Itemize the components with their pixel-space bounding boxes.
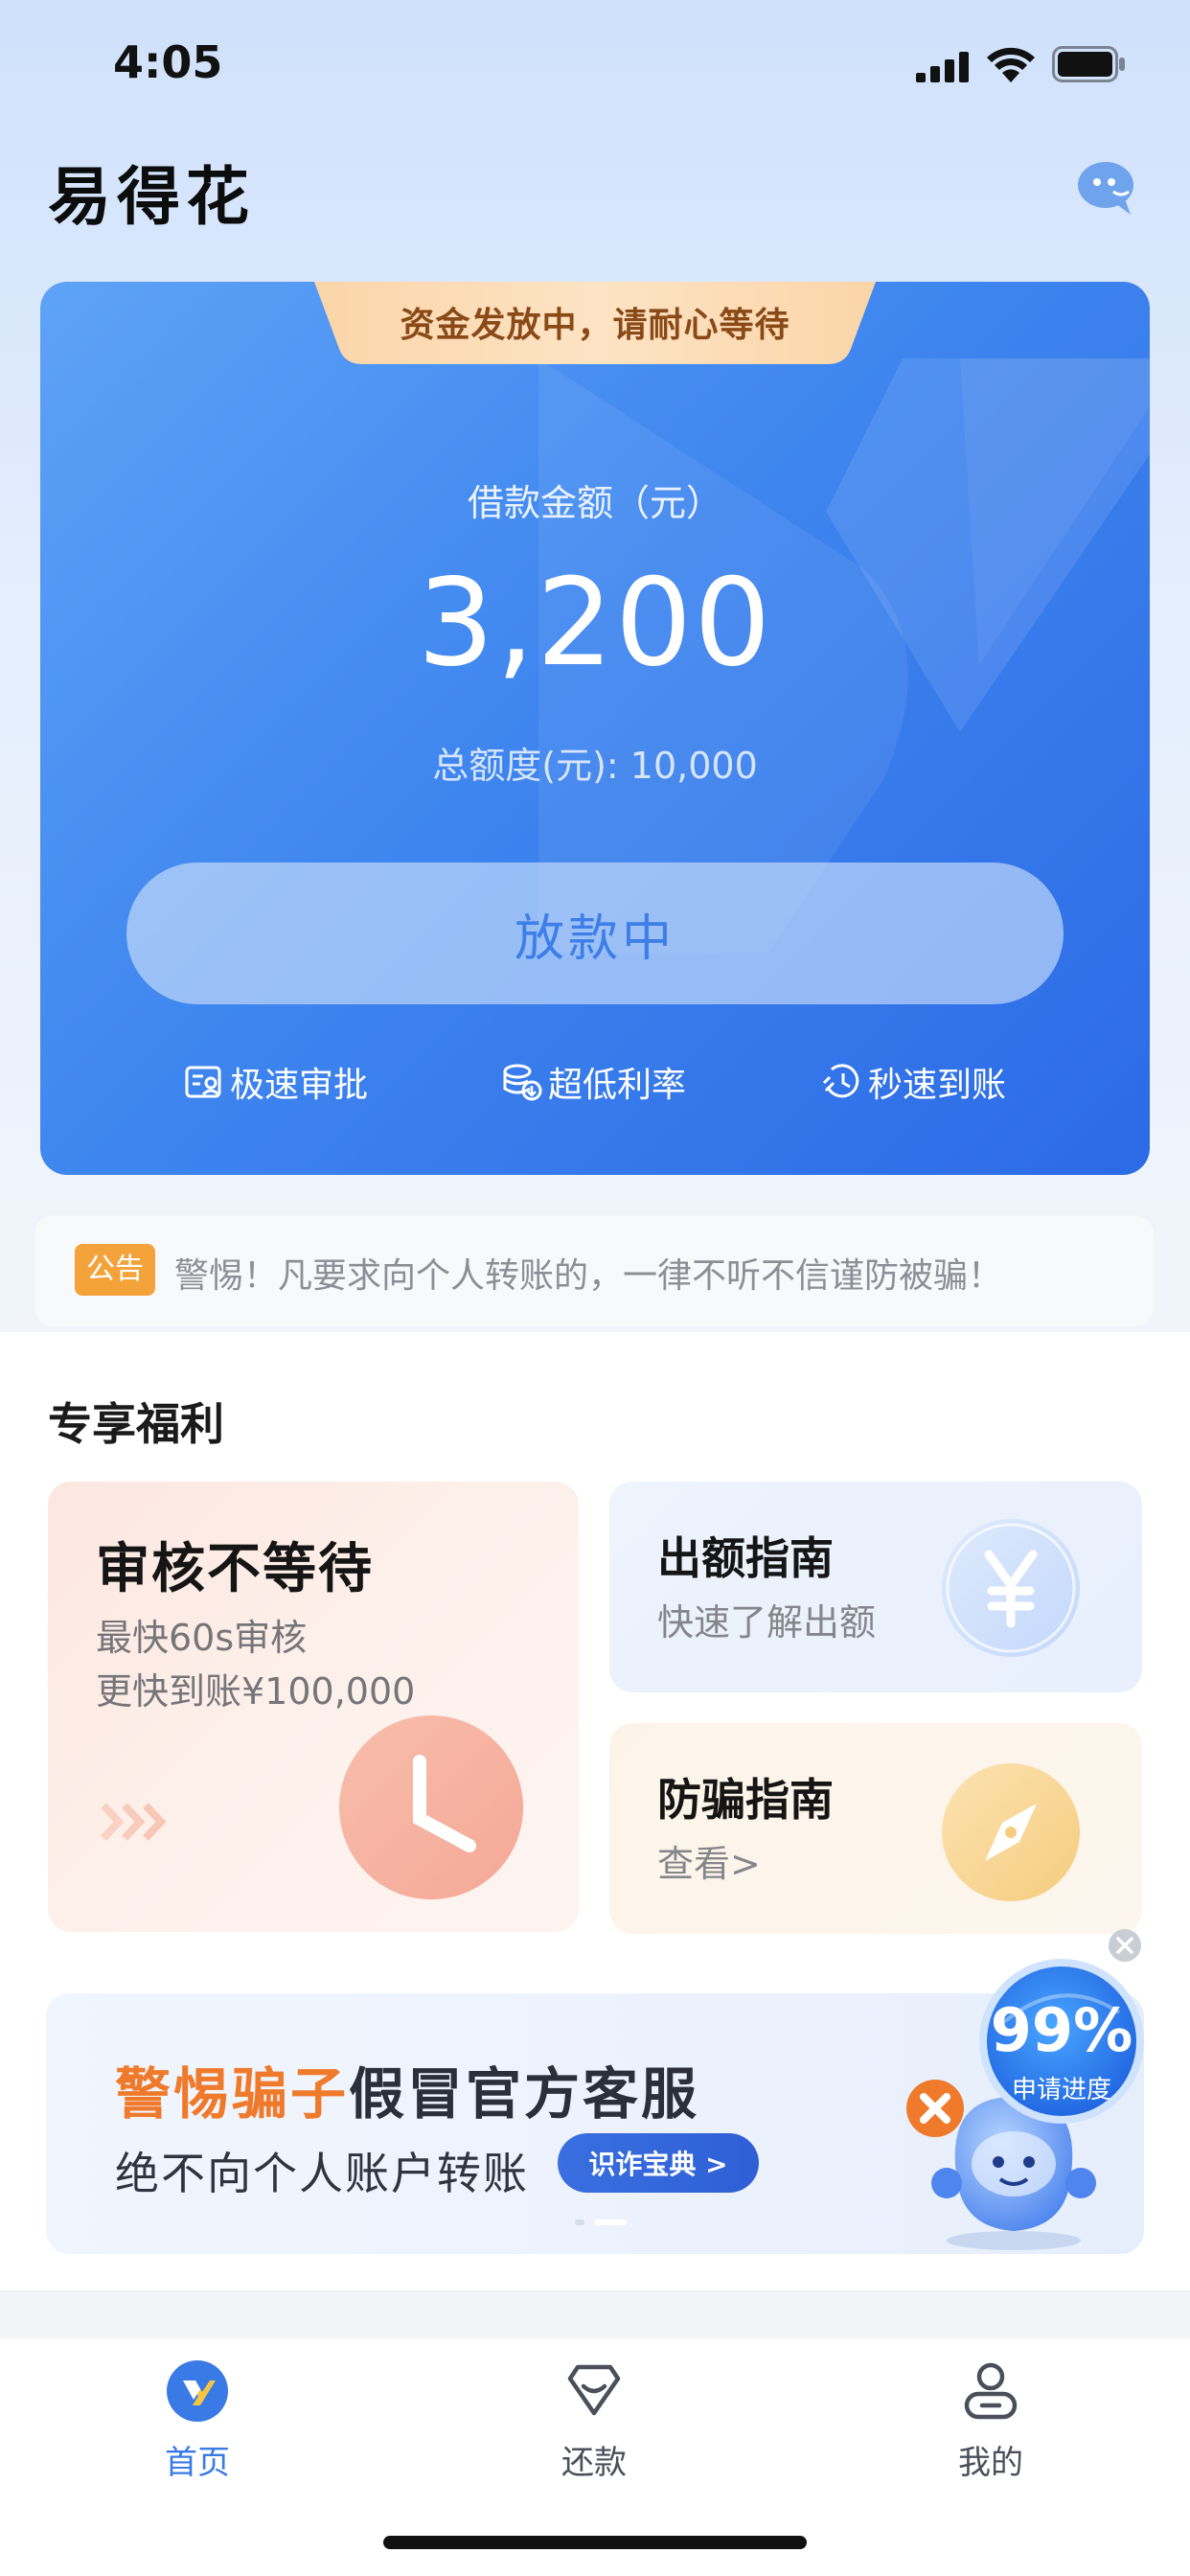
total-quota: 总额度(元): 10,000: [432, 745, 758, 787]
repay-icon: [567, 2364, 621, 2416]
card-subtitle: 查看>: [657, 1843, 761, 1885]
status-time: 4:05: [113, 36, 223, 88]
feature-label: 秒速到账: [868, 1066, 1007, 1105]
feature-low-rate: 超低利率: [502, 1058, 686, 1106]
tab-label: 我的: [958, 2444, 1023, 2482]
fraud-handbook-button[interactable]: 识诈宝典 >: [558, 2133, 759, 2193]
customer-service-chat-icon[interactable]: [1077, 159, 1138, 217]
card-subtitle: 更快到账¥100,000: [96, 1670, 416, 1713]
status-banner: 资金发放中，请耐心等待: [400, 306, 790, 345]
quota-guide-card[interactable]: 出额指南 快速了解出额: [609, 1482, 1142, 1692]
home-icon: [167, 2360, 228, 2422]
fast-review-card[interactable]: 审核不等待 最快60s审核 更快到账¥100,000: [48, 1482, 579, 1932]
card-title: 防骗指南: [657, 1774, 834, 1826]
disbursing-button[interactable]: 放款中: [126, 862, 1064, 1004]
tab-label: 首页: [165, 2444, 230, 2482]
tab-home[interactable]: 首页: [102, 2358, 293, 2511]
feature-instant-arrival: 秒速到账: [822, 1058, 1006, 1106]
notice-bar[interactable]: 公告 警惕！凡要求向个人转账的，一律不听不信谨防被骗！: [34, 1215, 1154, 1326]
battery-icon: [1052, 46, 1125, 82]
fraud-guide-card[interactable]: 防骗指南 查看>: [609, 1723, 1142, 1934]
progress-label: 申请进度: [1011, 2076, 1111, 2104]
clock-fast-icon: [822, 1064, 859, 1098]
wifi-icon: [987, 47, 1035, 82]
feature-fast-approval: 极速审批: [184, 1058, 368, 1106]
progress-percent: 99%: [990, 1995, 1133, 2065]
promo-headline: 警惕骗子假冒官方客服: [115, 2049, 699, 2129]
card-subtitle: 快速了解出额: [657, 1601, 877, 1644]
status-bar: 4:05: [0, 0, 1190, 134]
home-indicator: [383, 2536, 807, 2549]
tab-label: 还款: [561, 2444, 627, 2482]
carousel-indicator: [575, 2220, 627, 2225]
chevrons-icon: [101, 1803, 167, 1841]
card-title: 审核不等待: [96, 1538, 374, 1600]
tab-profile[interactable]: 我的: [895, 2358, 1087, 2511]
section-title-benefits: 专享福利: [48, 1398, 224, 1450]
promo-headline-rest: 假冒官方客服: [349, 2061, 700, 2127]
notice-text: 警惕！凡要求向个人转账的，一律不听不信谨防被骗！: [174, 1256, 1003, 1296]
loan-status-card: 资金发放中，请耐心等待 借款金额（元） 3,200 总额度(元): 10,000…: [40, 282, 1150, 1175]
profile-icon: [964, 2362, 1018, 2420]
clock-icon: [339, 1715, 523, 1899]
card-subtitle: 最快60s审核: [96, 1617, 308, 1659]
notice-tag: 公告: [75, 1244, 155, 1296]
promo-highlight: 警惕骗子: [115, 2061, 350, 2127]
tab-repay[interactable]: 还款: [498, 2358, 690, 2511]
feature-label: 极速审批: [230, 1066, 369, 1105]
coins-icon: [503, 1064, 542, 1101]
yuan-icon: [942, 1519, 1080, 1657]
cellular-signal-icon: [916, 52, 969, 82]
feature-label: 超低利率: [548, 1066, 687, 1105]
card-decoration: [538, 358, 1150, 953]
card-title: 出额指南: [657, 1532, 834, 1584]
close-icon[interactable]: [1108, 1928, 1142, 1963]
promo-subline: 绝不向个人账户转账: [115, 2148, 529, 2199]
approval-icon: [185, 1066, 221, 1098]
compass-icon: [942, 1763, 1080, 1901]
loan-amount: 3,200: [417, 552, 773, 693]
app-title: 易得花: [48, 160, 255, 234]
amount-label: 借款金额（元）: [467, 482, 722, 524]
